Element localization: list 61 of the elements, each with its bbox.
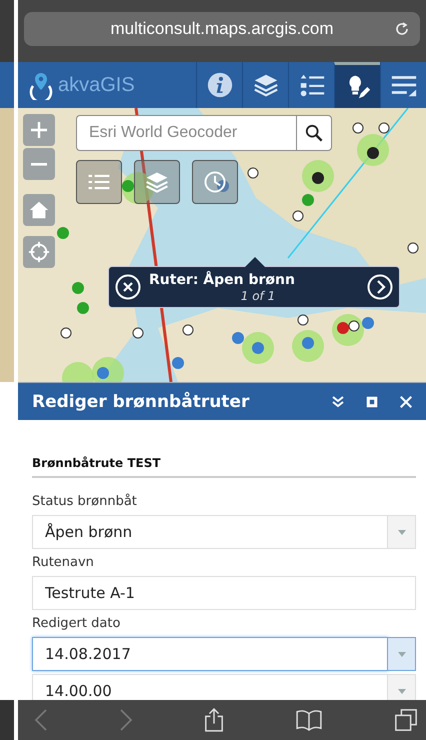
popup-count: 1 of 1 xyxy=(240,288,276,304)
search-button[interactable] xyxy=(296,115,332,151)
point-marker[interactable] xyxy=(302,194,314,206)
zoom-in-button[interactable] xyxy=(23,114,55,146)
zoom-out-button[interactable] xyxy=(23,148,55,180)
caret-icon xyxy=(398,530,406,534)
point-marker[interactable] xyxy=(77,302,89,314)
info-icon xyxy=(206,71,234,99)
form-title: Brønnbåtrute TEST xyxy=(32,456,416,478)
minus-icon xyxy=(31,162,47,166)
caret-icon xyxy=(398,688,406,694)
share-icon[interactable] xyxy=(204,707,224,733)
point-marker[interactable] xyxy=(217,180,229,192)
app-title: akvaGIS xyxy=(58,74,135,96)
bookmarks-icon[interactable] xyxy=(295,709,323,731)
point-marker[interactable] xyxy=(97,367,109,379)
field-label: Redigert dato xyxy=(32,616,122,631)
close-icon xyxy=(115,274,141,300)
tabs-icon[interactable] xyxy=(394,708,418,732)
close-icon xyxy=(399,394,413,408)
input-field[interactable]: Testrute A-1 xyxy=(32,576,416,610)
point-marker[interactable] xyxy=(362,317,374,329)
field-label: Status brønnbåt xyxy=(32,494,138,509)
search-field[interactable]: Esri World Geocoder xyxy=(76,115,296,151)
point-marker[interactable] xyxy=(232,332,244,344)
point-marker[interactable] xyxy=(72,282,84,294)
cluster-marker[interactable] xyxy=(62,362,94,382)
double-chevron-down-icon xyxy=(330,394,346,410)
crosshair-icon xyxy=(28,241,50,263)
next-feature-button[interactable] xyxy=(367,274,393,300)
search-icon xyxy=(305,124,323,142)
point-marker[interactable] xyxy=(57,227,69,239)
dropdown-field[interactable]: 14.00.00 xyxy=(32,674,388,700)
url-field[interactable]: multiconsult.maps.arcgis.com xyxy=(24,12,420,46)
reload-icon[interactable] xyxy=(394,21,410,37)
dropdown-field[interactable]: Åpen brønn xyxy=(32,515,388,549)
point-marker[interactable] xyxy=(172,357,184,369)
chevron-right-icon xyxy=(367,274,393,300)
url-text: multiconsult.maps.arcgis.com xyxy=(110,19,334,39)
time-tool-button[interactable] xyxy=(192,160,238,204)
layers-tool-button[interactable] xyxy=(134,160,180,204)
square-icon xyxy=(365,394,379,408)
home-icon xyxy=(28,199,50,221)
popup-title: Ruter: Åpen brønn xyxy=(149,270,295,288)
panel-title: Rediger brønnbåtruter xyxy=(32,392,250,412)
dropdown-field[interactable]: 14.08.2017 xyxy=(32,637,388,671)
list-tool-button[interactable] xyxy=(76,160,122,204)
point-marker[interactable] xyxy=(302,337,314,349)
field-label: Rutenavn xyxy=(32,555,95,570)
home-button[interactable] xyxy=(23,194,55,226)
point-marker[interactable] xyxy=(252,342,264,354)
caret-icon xyxy=(398,652,406,656)
close-popup-button[interactable] xyxy=(115,274,141,300)
edit-tool-button[interactable] xyxy=(334,62,380,108)
locate-button[interactable] xyxy=(23,236,55,268)
point-marker[interactable] xyxy=(312,172,324,184)
point-marker[interactable] xyxy=(337,322,349,334)
point-marker[interactable] xyxy=(122,180,134,192)
plus-icon xyxy=(29,120,49,140)
point-marker[interactable] xyxy=(367,147,379,159)
clock-icon xyxy=(202,169,228,195)
